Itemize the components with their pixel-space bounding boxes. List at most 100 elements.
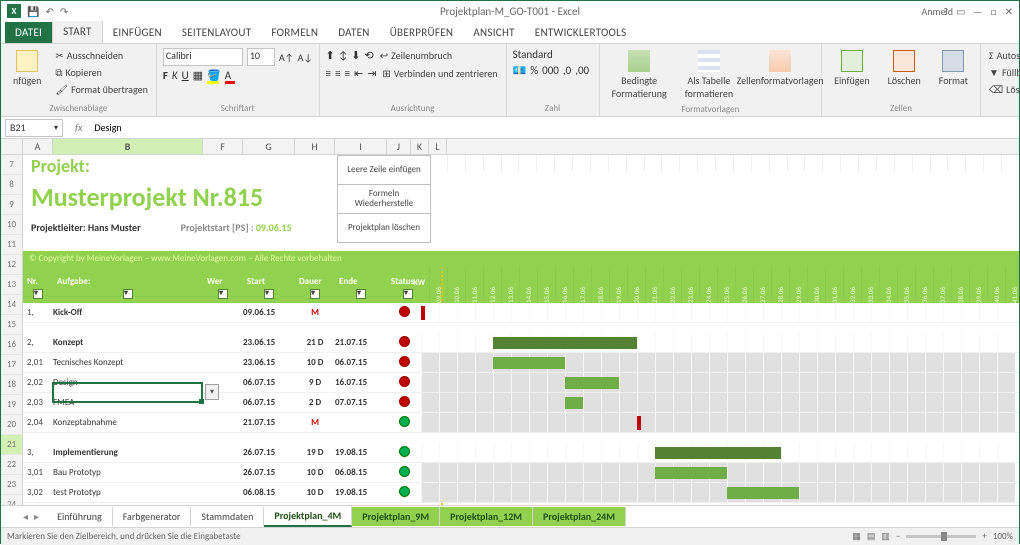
row-header[interactable]: 13	[1, 275, 22, 295]
task-row[interactable]: 2,01Tecnisches Konzept23.06.1510 D06.07.…	[23, 353, 1019, 373]
task-name[interactable]: Konzept	[53, 337, 203, 348]
task-start[interactable]: 26.07.15	[243, 467, 295, 478]
col-header[interactable]: A	[23, 139, 53, 154]
paste-button[interactable]: nfügen	[7, 48, 47, 89]
tab-einfuegen[interactable]: EINFÜGEN	[103, 22, 172, 43]
task-duration[interactable]: 10 D	[295, 357, 335, 368]
row-header[interactable]: 8	[1, 175, 22, 195]
qat-save-icon[interactable]: 💾	[27, 5, 39, 18]
row-header[interactable]: 11	[1, 235, 22, 255]
row-header[interactable]: 15	[1, 315, 22, 335]
sheet-tab[interactable]: Projektplan_12M	[440, 507, 533, 526]
col-header[interactable]: H	[295, 139, 335, 154]
gantt-bar[interactable]	[493, 337, 637, 349]
task-end[interactable]: 21.07.15	[335, 337, 387, 348]
row-header[interactable]: 17	[1, 355, 22, 375]
col-header[interactable]: B	[53, 139, 203, 154]
task-start[interactable]: 06.07.15	[243, 397, 295, 408]
filter-icon[interactable]	[356, 289, 366, 299]
task-row[interactable]: 3,Implementierung26.07.1519 D19.08.15	[23, 443, 1019, 463]
align-left-icon[interactable]: ≡	[326, 67, 331, 80]
insert-cells-button[interactable]: Einfügen	[828, 48, 876, 89]
merge-button[interactable]: ⊞Verbinden und zentrieren	[380, 66, 499, 81]
col-header[interactable]: F	[203, 139, 243, 154]
gantt-bar[interactable]	[727, 487, 799, 499]
zoom-out-icon[interactable]: −	[896, 531, 900, 542]
col-header[interactable]: I	[335, 139, 387, 154]
col-header[interactable]: G	[243, 139, 295, 154]
task-duration[interactable]: 10 D	[295, 487, 335, 498]
restore-formulas-button[interactable]: Formeln Wiederherstelle	[337, 184, 431, 214]
task-duration[interactable]: 9 D	[295, 377, 335, 388]
shrink-font-icon[interactable]: A↓	[298, 51, 313, 64]
task-name[interactable]: test Prototyp	[53, 487, 203, 498]
align-right-icon[interactable]: ≡	[344, 67, 349, 80]
fx-icon[interactable]: fx	[67, 121, 90, 134]
task-start[interactable]: 09.06.15	[243, 307, 295, 318]
task-status[interactable]	[387, 306, 421, 320]
percent-icon[interactable]: %	[530, 64, 538, 77]
delete-cells-button[interactable]: Löschen	[882, 48, 927, 89]
ribbon-options-icon[interactable]: ▭	[956, 5, 965, 18]
delete-plan-button[interactable]: Projektplan löschen	[337, 213, 431, 243]
task-start[interactable]: 06.08.15	[243, 487, 295, 498]
row-header[interactable]: 7	[1, 155, 22, 175]
gantt-bar[interactable]	[493, 357, 565, 369]
gantt-bar[interactable]	[565, 397, 583, 409]
font-name-combo[interactable]: Calibri	[163, 48, 243, 66]
filter-icon[interactable]	[218, 289, 228, 299]
bold-button[interactable]: F	[163, 69, 168, 82]
task-end[interactable]: 06.08.15	[335, 467, 387, 478]
task-start[interactable]: 26.07.15	[243, 447, 295, 458]
filter-icon[interactable]	[264, 289, 274, 299]
cell-dropdown-icon[interactable]: ▾	[205, 384, 219, 400]
row-header[interactable]: 10	[1, 215, 22, 235]
indent-inc-icon[interactable]: ⇥	[367, 67, 376, 80]
fill-button[interactable]: ▼Füllbereich	[987, 65, 1020, 80]
filter-icon[interactable]	[310, 289, 320, 299]
clear-button[interactable]: ⌫Löschen	[987, 82, 1020, 97]
tab-formeln[interactable]: FORMELN	[261, 22, 328, 43]
qat-redo-icon[interactable]: ↷	[60, 5, 68, 18]
row-header[interactable]: 9	[1, 195, 22, 215]
task-status[interactable]	[387, 486, 421, 500]
wrap-text-button[interactable]: ↩Zeilenumbruch	[378, 48, 454, 63]
row-header[interactable]: 23	[1, 475, 22, 495]
task-end[interactable]: 19.08.15	[335, 487, 387, 498]
sheet-tab[interactable]: Projektplan_9M	[352, 507, 440, 526]
task-duration[interactable]: M	[295, 417, 335, 428]
row-header[interactable]: 21	[1, 435, 22, 455]
tab-datei[interactable]: DATEI	[5, 22, 52, 43]
col-header[interactable]: K	[411, 139, 429, 154]
fill-color-button[interactable]: 🪣	[207, 69, 221, 82]
task-row[interactable]: 3,01Bau Prototyp26.07.1510 D06.08.15	[23, 463, 1019, 483]
view-layout-icon[interactable]: ▤	[867, 531, 876, 542]
copy-button[interactable]: ⧉Kopieren	[53, 65, 149, 80]
row-header[interactable]: 22	[1, 455, 22, 475]
italic-button[interactable]: K	[172, 69, 178, 82]
row-header[interactable]: 20	[1, 415, 22, 435]
filter-icon[interactable]	[33, 289, 43, 299]
task-start[interactable]: 21.07.15	[243, 417, 295, 428]
task-duration[interactable]: 21 D	[295, 337, 335, 348]
tab-entwicklertools[interactable]: ENTWICKLERTOOLS	[525, 22, 637, 43]
row-header[interactable]: 18	[1, 375, 22, 395]
milestone-marker[interactable]	[421, 306, 425, 320]
row-header[interactable]: 14	[1, 295, 22, 315]
task-duration[interactable]: 2 D	[295, 397, 335, 408]
insert-row-button[interactable]: Leere Zeile einfügen	[337, 155, 431, 185]
task-status[interactable]	[387, 356, 421, 370]
task-start[interactable]: 23.06.15	[243, 337, 295, 348]
task-duration[interactable]: 19 D	[295, 447, 335, 458]
task-status[interactable]	[387, 466, 421, 480]
align-center-icon[interactable]: ≡	[335, 67, 340, 80]
dec-inc-icon[interactable]: ,0	[563, 64, 571, 77]
gantt-bar[interactable]	[655, 447, 781, 459]
thousands-icon[interactable]: 000	[542, 64, 559, 77]
tab-start[interactable]: START	[52, 20, 103, 43]
tab-ansicht[interactable]: ANSICHT	[463, 22, 524, 43]
align-top-icon[interactable]: ⬆	[326, 49, 335, 62]
sheet-tab[interactable]: Farbgenerator	[113, 507, 192, 526]
grid[interactable]: Projekt: Musterprojekt Nr.815 Projektlei…	[23, 155, 1019, 505]
column-headers[interactable]: A B F G H I J K L	[23, 139, 1019, 155]
